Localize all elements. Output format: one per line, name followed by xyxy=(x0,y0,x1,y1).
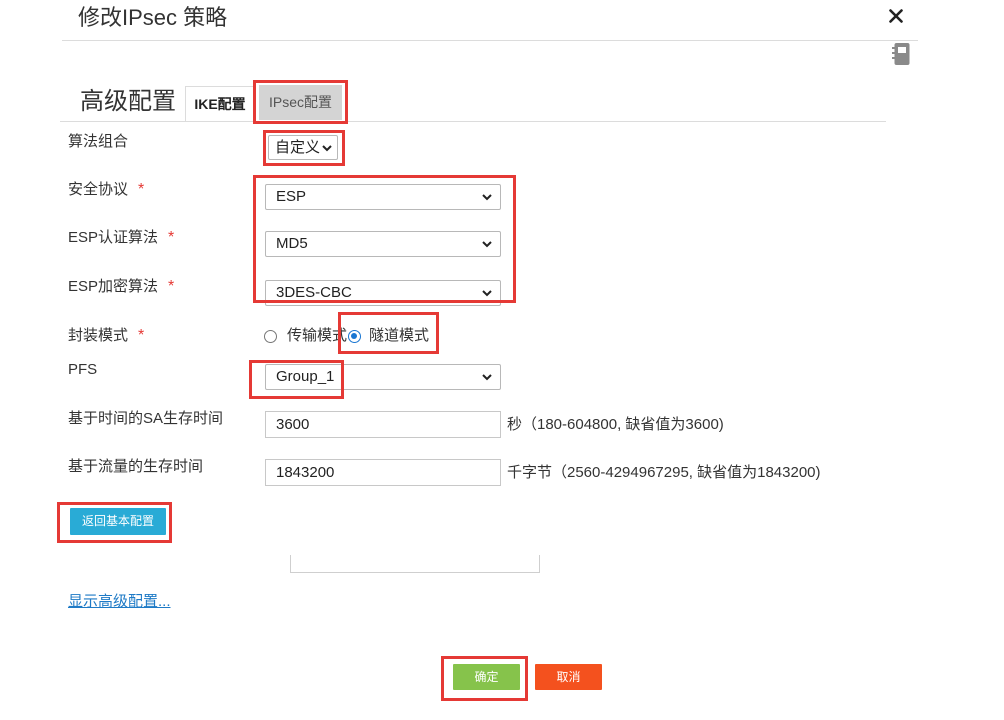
sa-traffic-input[interactable]: 1843200 xyxy=(265,459,501,486)
ok-button[interactable]: 确定 xyxy=(453,664,520,690)
security-protocol-label: 安全协议 * xyxy=(68,181,144,199)
algorithm-combo-label: 算法组合 xyxy=(68,133,128,151)
chevron-down-icon xyxy=(482,194,492,201)
esp-auth-value: MD5 xyxy=(276,235,308,252)
algorithm-combo-value: 自定义 xyxy=(275,139,321,156)
chevron-down-icon xyxy=(482,241,492,248)
sa-traffic-value: 1843200 xyxy=(276,464,335,481)
esp-encrypt-label-text: ESP加密算法 xyxy=(68,278,159,295)
sa-time-label: 基于时间的SA生存时间 xyxy=(68,410,223,428)
sa-time-hint: 秒（180-604800, 缺省值为3600) xyxy=(507,416,724,433)
obscured-input xyxy=(290,555,541,575)
required-marker: * xyxy=(168,278,175,295)
radio-transport-mode-label[interactable]: 传输模式 xyxy=(287,327,347,345)
esp-auth-select[interactable]: MD5 xyxy=(265,231,501,257)
sa-time-label-text: 基于时间的SA生存时间 xyxy=(68,410,224,427)
algorithm-combo-label-text: 算法组合 xyxy=(68,133,129,150)
radio-tunnel-mode-label[interactable]: 隧道模式 xyxy=(369,327,429,345)
pfs-value: Group_1 xyxy=(276,368,335,385)
required-marker: * xyxy=(138,181,145,198)
encap-mode-label-text: 封装模式 xyxy=(68,327,129,344)
tab-divider xyxy=(60,121,886,122)
algorithm-combo-select[interactable]: 自定义 xyxy=(268,135,338,160)
show-advanced-config-link[interactable]: 显示高级配置... xyxy=(68,593,171,611)
encap-mode-label: 封装模式 * xyxy=(68,327,144,345)
sa-traffic-label: 基于流量的生存时间 xyxy=(68,458,203,476)
section-title: 高级配置 xyxy=(80,88,176,115)
esp-encrypt-label: ESP加密算法 * xyxy=(68,278,174,296)
esp-encrypt-value: 3DES-CBC xyxy=(276,284,352,301)
pfs-select[interactable]: Group_1 xyxy=(265,364,501,390)
radio-transport-mode[interactable] xyxy=(264,330,277,343)
pfs-label: PFS xyxy=(68,361,97,379)
header-divider xyxy=(62,40,918,41)
back-to-basic-config-button[interactable]: 返回基本配置 xyxy=(70,508,166,535)
tab-ike-config[interactable]: IKE配置 xyxy=(185,86,255,122)
security-protocol-value: ESP xyxy=(276,188,307,205)
tab-ipsec-config[interactable]: IPsec配置 xyxy=(259,85,342,120)
esp-auth-label: ESP认证算法 * xyxy=(68,229,174,247)
close-icon[interactable] xyxy=(889,9,903,23)
chevron-down-icon xyxy=(482,290,492,297)
sa-traffic-label-text: 基于流量的生存时间 xyxy=(68,458,204,475)
security-protocol-select[interactable]: ESP xyxy=(265,184,501,210)
security-protocol-label-text: 安全协议 xyxy=(68,181,129,198)
dialog-title: 修改IPsec 策略 xyxy=(78,5,228,30)
notebook-icon[interactable] xyxy=(892,43,910,65)
required-marker: * xyxy=(138,327,145,344)
radio-tunnel-mode[interactable] xyxy=(348,330,361,343)
pfs-label-text: PFS xyxy=(68,361,98,378)
esp-encrypt-select[interactable]: 3DES-CBC xyxy=(265,280,501,306)
chevron-down-icon xyxy=(322,145,332,152)
obscured-input-box xyxy=(290,555,540,573)
required-marker: * xyxy=(168,229,175,246)
sa-time-input[interactable]: 3600 xyxy=(265,411,501,438)
chevron-down-icon xyxy=(482,374,492,381)
sa-time-value: 3600 xyxy=(276,416,310,433)
esp-auth-label-text: ESP认证算法 xyxy=(68,229,159,246)
sa-traffic-hint: 千字节（2560-4294967295, 缺省值为1843200) xyxy=(507,464,821,481)
cancel-button[interactable]: 取消 xyxy=(535,664,602,690)
